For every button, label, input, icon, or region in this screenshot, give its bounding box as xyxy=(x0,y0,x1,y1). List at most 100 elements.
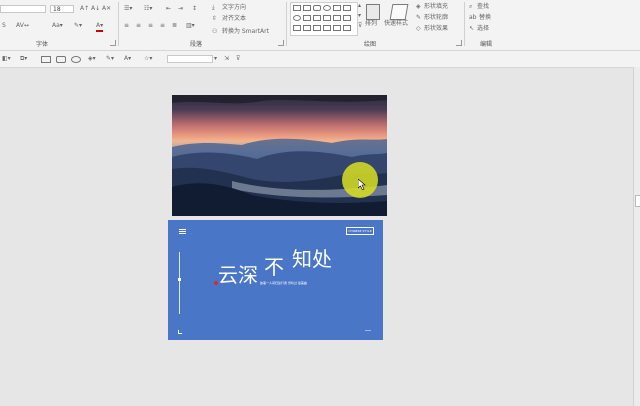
align-text-button[interactable]: 对齐文本 xyxy=(222,15,246,23)
mouse-cursor-icon xyxy=(358,179,366,190)
gallery-scroll-down-icon[interactable]: ▾ xyxy=(358,12,361,20)
pentagon-shape-icon[interactable] xyxy=(343,15,351,21)
clear-format-icon[interactable]: A✕ xyxy=(102,5,111,13)
search-icon[interactable]: ⌕ xyxy=(469,3,472,11)
align-left-icon[interactable]: ≡ xyxy=(124,22,129,30)
rounded-rect-shape-icon[interactable] xyxy=(313,5,321,11)
line-spacing-icon[interactable]: ↕ xyxy=(192,5,197,13)
char-spacing-icon[interactable]: AV↔ xyxy=(16,22,29,30)
rectangle-icon[interactable] xyxy=(41,56,51,63)
smartart-icon[interactable]: ⚇ xyxy=(212,28,217,36)
font-group-label: 字体 xyxy=(36,41,49,48)
separator xyxy=(118,2,119,46)
chevron-down-icon[interactable]: ▾ xyxy=(214,55,217,63)
align-center-icon[interactable]: ≡ xyxy=(136,22,141,30)
gallery-scroll-up-icon[interactable]: ▴ xyxy=(358,2,361,10)
font-color-icon[interactable]: A▾ xyxy=(96,22,104,32)
convert-smartart-button[interactable]: 转换为 SmartArt xyxy=(222,28,269,36)
text-box-shape-icon[interactable] xyxy=(303,5,311,11)
shape-fill-icon[interactable]: ◈ xyxy=(416,3,421,11)
font-family-combo[interactable] xyxy=(0,5,46,13)
text-color-icon[interactable]: A▾ xyxy=(124,55,131,63)
numbering-icon[interactable]: ☷▾ xyxy=(144,5,152,13)
fill-color-icon[interactable]: ◈▾ xyxy=(88,55,96,63)
menu-icon xyxy=(179,229,186,230)
format-toolbar: ◧▾ ⧉▾ ◈▾ ✎▾ A▾ ☆▾ ▾ ⇲ ⊽ xyxy=(0,51,640,68)
callout-shape-icon[interactable] xyxy=(333,5,341,11)
drawing-dialog-launcher[interactable] xyxy=(456,40,462,46)
star-shape-icon[interactable] xyxy=(343,5,351,11)
line-color-icon[interactable]: ✎▾ xyxy=(106,55,114,63)
brace-shape-icon[interactable] xyxy=(313,25,321,31)
title-part-2: 不 xyxy=(264,255,284,279)
chevron-shape-icon[interactable] xyxy=(333,25,341,31)
change-case-icon[interactable]: Aa▾ xyxy=(52,22,63,30)
text-direction-icon[interactable]: ⤓ xyxy=(212,4,215,12)
triangle-shape-icon[interactable] xyxy=(333,15,341,21)
select-icon[interactable]: ↖ xyxy=(469,25,474,33)
shapes-gallery[interactable] xyxy=(290,2,358,36)
quick-styles-button[interactable]: 快速样式 xyxy=(384,20,408,28)
circle-shape-icon[interactable] xyxy=(293,15,301,21)
shape-outline-button[interactable]: 形状轮廓 xyxy=(424,14,448,22)
font-size-combo[interactable]: 18 xyxy=(50,5,74,13)
arrow-shape-icon[interactable] xyxy=(323,15,331,21)
line-shape-icon[interactable] xyxy=(313,15,321,21)
bent-arrow-shape-icon[interactable] xyxy=(303,25,311,31)
right-arrow-shape-icon[interactable] xyxy=(293,25,301,31)
title-part-1: 云深 xyxy=(218,263,258,287)
bullets-icon[interactable]: ☰▾ xyxy=(124,5,132,13)
editing-group-label: 编辑 xyxy=(480,41,493,48)
link-icon[interactable]: ⇲ xyxy=(224,55,229,63)
square-shape-icon[interactable] xyxy=(303,15,311,21)
paragraph-dialog-launcher[interactable] xyxy=(278,40,284,46)
decrease-font-icon[interactable]: A↓ xyxy=(91,5,100,13)
align-right-icon[interactable]: ≡ xyxy=(148,22,153,30)
arrange-button[interactable]: 排列 xyxy=(365,20,377,28)
oval-shape-icon[interactable] xyxy=(323,5,331,11)
more-icon[interactable]: ⊽ xyxy=(236,55,240,63)
highlight-icon[interactable]: ✎▾ xyxy=(74,22,82,30)
replace-button[interactable]: 替换 xyxy=(479,14,491,22)
find-button[interactable]: 查找 xyxy=(477,3,489,11)
indent-decrease-icon[interactable]: ⇤ xyxy=(166,5,171,13)
vertical-scrollbar[interactable] xyxy=(633,67,640,406)
shape-effects-button[interactable]: 形状效果 xyxy=(424,25,448,33)
quick-styles-icon[interactable] xyxy=(389,4,409,20)
replace-icon[interactable]: ab xyxy=(469,14,477,22)
vertical-line xyxy=(179,252,180,314)
drawing-group-label: 绘图 xyxy=(364,41,377,48)
gallery-more-icon[interactable]: ⊽ xyxy=(358,22,362,30)
shape-fill-button[interactable]: 形状填充 xyxy=(424,3,448,11)
paragraph-group-label: 段落 xyxy=(190,41,203,48)
ribbon: 18 A↑ A↓ A✕ S AV↔ Aa▾ ✎▾ A▾ 字体 ☰▾ ☷▾ ⇤ ⇥… xyxy=(0,0,640,51)
arrange-icon[interactable] xyxy=(366,4,380,20)
scrollbar-thumb[interactable] xyxy=(635,195,640,207)
shape-effects-icon[interactable]: ◇ xyxy=(416,25,421,33)
rectangle-shape-icon[interactable] xyxy=(293,5,301,11)
text-direction-button[interactable]: 文字方向 xyxy=(222,4,246,12)
subtitle: 故事一人间归途行者 曾听过 最美曲 xyxy=(260,281,307,285)
style-combo[interactable] xyxy=(167,55,213,63)
justify-icon[interactable]: ≡ xyxy=(160,22,165,30)
shape-outline-icon[interactable]: ✎ xyxy=(416,14,421,22)
align-text-icon[interactable]: ⇳ xyxy=(212,15,217,23)
style-tag: CHINESE STYLE xyxy=(346,227,374,235)
rounded-rect-icon[interactable] xyxy=(56,56,66,63)
slide-title-blue[interactable]: CHINESE STYLE 云深 不 知处 故事一人间归途行者 曾听过 最美曲 xyxy=(168,220,383,340)
columns-icon[interactable]: ▥▾ xyxy=(186,22,195,30)
indent-increase-icon[interactable]: ⇥ xyxy=(178,5,183,13)
flowchart-shape-icon[interactable] xyxy=(343,25,351,31)
select-button[interactable]: 选择 xyxy=(477,25,489,33)
oval-icon[interactable] xyxy=(71,56,81,63)
strikethrough-icon[interactable]: S xyxy=(2,22,6,30)
star-icon[interactable]: ☆▾ xyxy=(144,55,152,63)
mountain-landscape xyxy=(172,95,387,216)
layer-icon[interactable]: ⧉▾ xyxy=(20,55,27,63)
font-dialog-launcher[interactable] xyxy=(110,40,116,46)
slide-landscape-photo[interactable] xyxy=(172,95,387,216)
shape-icon[interactable]: ◧▾ xyxy=(2,55,11,63)
distribute-icon[interactable]: ≣ xyxy=(172,22,177,30)
increase-font-icon[interactable]: A↑ xyxy=(80,5,89,13)
curve-shape-icon[interactable] xyxy=(323,25,331,31)
